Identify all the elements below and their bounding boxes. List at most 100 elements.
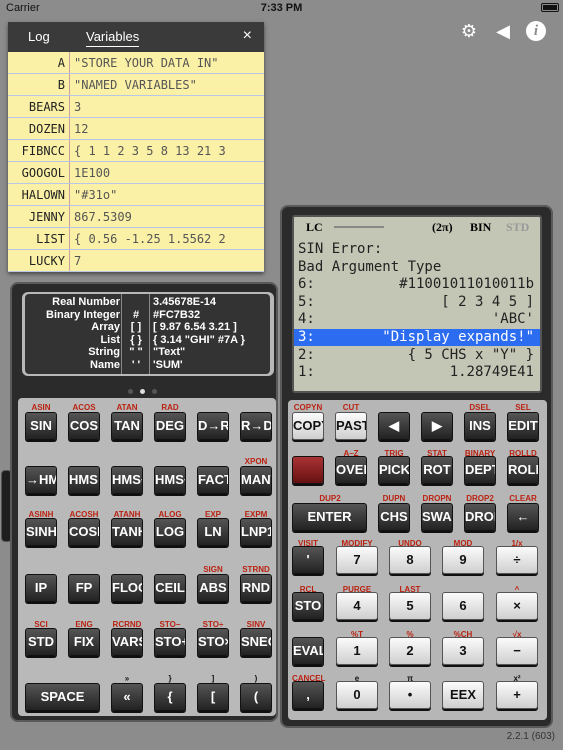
key-row2-2[interactable]: HMS+ [111,466,143,494]
key-row2-5[interactable]: MANT [240,466,272,494]
close-icon[interactable]: × [243,27,252,45]
key-row2-3[interactable]: HMS− [154,466,186,494]
shift-key[interactable] [292,456,324,484]
page-dots[interactable] [128,389,158,395]
key-row1-4[interactable]: D→R [197,412,229,440]
key-row3-1[interactable]: COSH [68,518,100,546]
speaker-icon[interactable]: ◀ [492,20,514,42]
key-row2-4[interactable]: FACT [197,466,229,494]
key-row5-1[interactable]: 4 [336,592,378,620]
key-row6-2[interactable]: 2 [389,637,431,665]
key-row6-4[interactable]: − [496,637,538,665]
key-row6-1[interactable]: « [111,683,143,711]
key-row3-2[interactable]: TANH [111,518,143,546]
gear-icon[interactable]: ⚙ [458,20,480,42]
variable-row[interactable]: LUCKY 7 [8,250,264,272]
variable-row[interactable]: BEARS 3 [8,96,264,118]
key-r3-1[interactable]: CHS [378,503,410,531]
key-r1-4[interactable]: INS [464,412,496,440]
key-row6-3[interactable]: 3 [442,637,484,665]
key-row5-0[interactable]: STO [292,592,324,620]
variable-row[interactable]: B "NAMED VARIABLES" [8,74,264,96]
key-r1-1[interactable]: PASTE [335,412,367,440]
variable-row[interactable]: DOZEN 12 [8,118,264,140]
key-row7-0[interactable]: , [292,681,324,709]
variable-row[interactable]: FIBNCC { 1 1 2 3 5 8 13 21 3 [8,140,264,162]
key-r2-4[interactable]: DEPTH [464,456,496,484]
stack-line[interactable]: Bad Argument Type [294,259,540,276]
key-r2-2[interactable]: PICK [378,456,410,484]
key-row5-2[interactable]: VARS [111,628,143,656]
key-row5-3[interactable]: 6 [442,592,484,620]
shift-label: ALOG [158,510,182,519]
stack-line[interactable]: 6: #11001011010011b [294,276,540,293]
stack-line[interactable]: 4: 'ABC' [294,311,540,328]
key-r1-5[interactable]: EDIT [507,412,539,440]
key-r1-3[interactable]: ▶ [421,412,453,440]
variable-row[interactable]: LIST { 0.56 -1.25 1.5562 2 [8,228,264,250]
key-enter[interactable]: ENTER [292,503,367,531]
key-row7-2[interactable]: • [389,681,431,709]
key-row1-0[interactable]: SIN [25,412,57,440]
key-r2-1[interactable]: OVER [335,456,367,484]
key-row3-0[interactable]: SINH [25,518,57,546]
key-row4-1[interactable]: 7 [336,546,378,574]
key-r1-0[interactable]: COPY [292,412,324,440]
key-row4-2[interactable]: FLOOR [111,574,143,602]
key-row5-2[interactable]: 5 [389,592,431,620]
variable-row[interactable]: GOOGOL 1E100 [8,162,264,184]
key-r1-2[interactable]: ◀ [378,412,410,440]
key-row1-5[interactable]: R→D [240,412,272,440]
key-row5-0[interactable]: STD [25,628,57,656]
stack-line[interactable]: 2: { 5 CHS x "Y" } [294,347,540,364]
key-row6-3[interactable]: [ [197,683,229,711]
key-row5-1[interactable]: FIX [68,628,100,656]
stack-line[interactable]: 3: "Display expands!" [294,329,540,346]
variable-row[interactable]: HALOWN "#31o" [8,184,264,206]
stack-line[interactable]: 5: [ 2 3 4 5 ] [294,294,540,311]
key-row4-1[interactable]: FP [68,574,100,602]
tab-variables[interactable]: Variables [86,29,140,47]
stack-line[interactable]: SIN Error: [294,241,540,258]
key-row5-5[interactable]: SNEG [240,628,272,656]
key-row6-4[interactable]: ( [240,683,272,711]
key-row6-2[interactable]: { [154,683,186,711]
key-space[interactable]: SPACE [25,683,100,711]
key-row2-0[interactable]: →HMS [25,466,57,494]
key-r2-3[interactable]: ROT [421,456,453,484]
key-row4-4[interactable]: ÷ [496,546,538,574]
key-row2-1[interactable]: HMS→ [68,466,100,494]
key-row5-3[interactable]: STO+ [154,628,186,656]
key-row4-3[interactable]: CEIL [154,574,186,602]
key-row6-0[interactable]: EVAL [292,637,324,665]
key-row4-0[interactable]: ' [292,546,324,574]
key-row4-4[interactable]: ABS [197,574,229,602]
key-row1-2[interactable]: TAN [111,412,143,440]
key-row7-4[interactable]: + [496,681,538,709]
key-row7-1[interactable]: 0 [336,681,378,709]
key-row5-4[interactable]: STO× [197,628,229,656]
key-r3-3[interactable]: DROP [464,503,496,531]
key-row3-3[interactable]: LOG [154,518,186,546]
stack-line[interactable]: 1: 1.28749E41 [294,364,540,381]
variable-row[interactable]: JENNY 867.5309 [8,206,264,228]
key-row1-3[interactable]: DEG [154,412,186,440]
key-row4-0[interactable]: IP [25,574,57,602]
variable-row[interactable]: A "STORE YOUR DATA IN" [8,52,264,74]
key-label: TAN [114,418,140,433]
key-row4-3[interactable]: 9 [442,546,484,574]
key-r3-4[interactable]: ← [507,503,539,531]
key-r2-5[interactable]: ROLL [507,456,539,484]
shift-label: » [124,674,130,683]
key-r3-2[interactable]: SWAP [421,503,453,531]
key-row7-3[interactable]: EEX [442,681,484,709]
key-row4-2[interactable]: 8 [389,546,431,574]
key-row3-4[interactable]: LN [197,518,229,546]
key-row1-1[interactable]: COS [68,412,100,440]
key-row5-4[interactable]: × [496,592,538,620]
key-row3-5[interactable]: LNP1 [240,518,272,546]
key-row4-5[interactable]: RND [240,574,272,602]
tab-log[interactable]: Log [28,29,50,44]
info-icon[interactable]: i [526,21,546,41]
key-row6-1[interactable]: 1 [336,637,378,665]
